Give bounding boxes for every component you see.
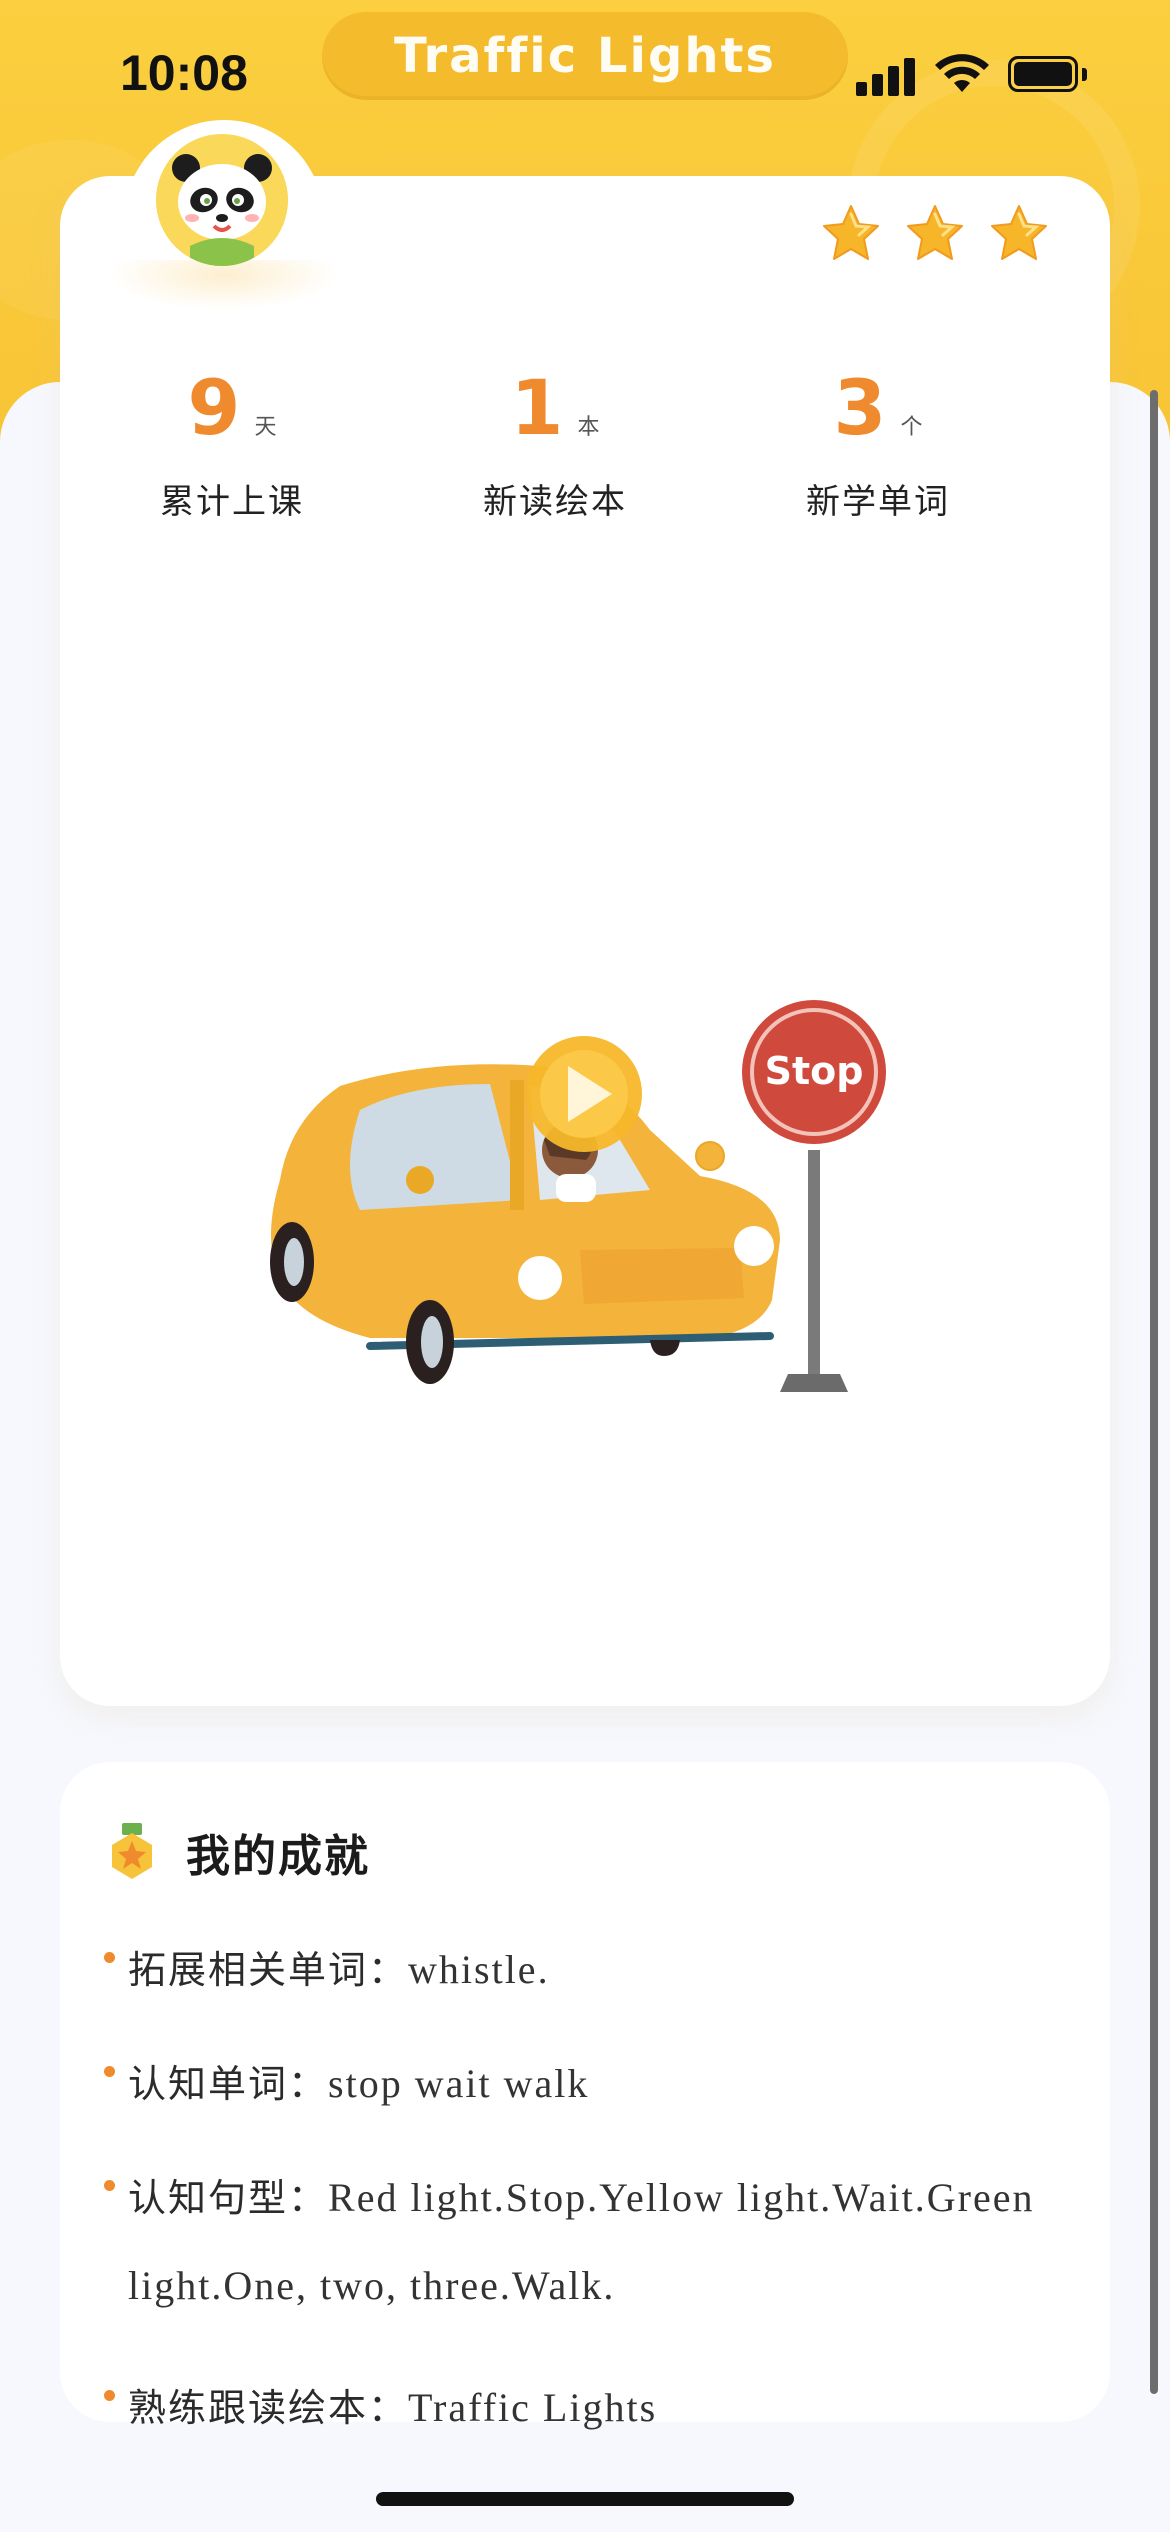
screen: 10:08 Traffic Lights 9 天 累计上课 1 本 新读绘本 3…	[0, 0, 1170, 2532]
star-icon	[907, 205, 963, 260]
stats-row: 9 天 累计上课 1 本 新读绘本 3 个 新学单词	[60, 370, 1110, 550]
play-button[interactable]	[526, 1036, 642, 1152]
achievement-value: whistle.	[408, 1947, 550, 1992]
wifi-icon	[935, 54, 989, 92]
stat-label: 新学单词	[806, 482, 950, 522]
rating-stars	[820, 202, 1050, 264]
home-indicator[interactable]	[376, 2492, 794, 2506]
achievement-item: 认知句型：Red light.Stop.Yellow light.Wait.Gr…	[104, 2158, 1064, 2334]
achievement-value: stop wait walk	[328, 2061, 590, 2106]
status-time: 10:08	[120, 45, 248, 101]
achievement-key: 拓展相关单词：	[128, 1948, 409, 1992]
stat-books: 1 本 新读绘本	[405, 370, 705, 523]
battery-icon	[1008, 56, 1088, 94]
achievement-value: Traffic Lights	[408, 2385, 658, 2430]
stat-unit: 本	[577, 415, 600, 440]
stat-unit: 天	[254, 415, 277, 440]
achievement-item: 认知单词：stop wait walk	[104, 2044, 1064, 2124]
stat-value: 1	[510, 363, 564, 452]
stat-label: 新读绘本	[483, 482, 627, 522]
achievement-key: 认知单词：	[128, 2062, 329, 2106]
star-icon	[823, 205, 879, 260]
achievements-header: 我的成就	[108, 1820, 370, 1884]
achievement-key: 认知句型：	[128, 2176, 329, 2220]
stat-words: 3 个 新学单词	[728, 370, 1028, 523]
stat-days: 9 天 累计上课	[82, 370, 382, 523]
scrollbar[interactable]	[1150, 390, 1158, 2394]
stat-unit: 个	[900, 415, 923, 440]
title-pill: Traffic Lights	[322, 12, 848, 100]
stat-value: 9	[187, 363, 241, 452]
achievements-list: 拓展相关单词：whistle. 认知单词：stop wait walk 认知句型…	[104, 1930, 1064, 2482]
achievement-item: 拓展相关单词：whistle.	[104, 1930, 1064, 2010]
stat-label: 累计上课	[160, 482, 304, 522]
achievement-key: 熟练跟读绘本：	[128, 2386, 409, 2430]
achievements-title: 我的成就	[186, 1831, 370, 1882]
achievements-card: 我的成就 拓展相关单词：whistle. 认知单词：stop wait walk…	[60, 1762, 1110, 2430]
star-icon	[991, 205, 1047, 260]
panda-avatar	[156, 134, 288, 266]
car-illustration: Stop	[270, 1000, 886, 1392]
achievement-item: 熟练跟读绘本：Traffic Lights	[104, 2368, 1064, 2448]
stop-sign-text: Stop	[765, 1049, 864, 1093]
medal-icon	[112, 1823, 152, 1879]
page-title: Traffic Lights	[394, 28, 776, 84]
cellular-signal-icon	[856, 56, 916, 96]
stat-value: 3	[833, 363, 887, 452]
